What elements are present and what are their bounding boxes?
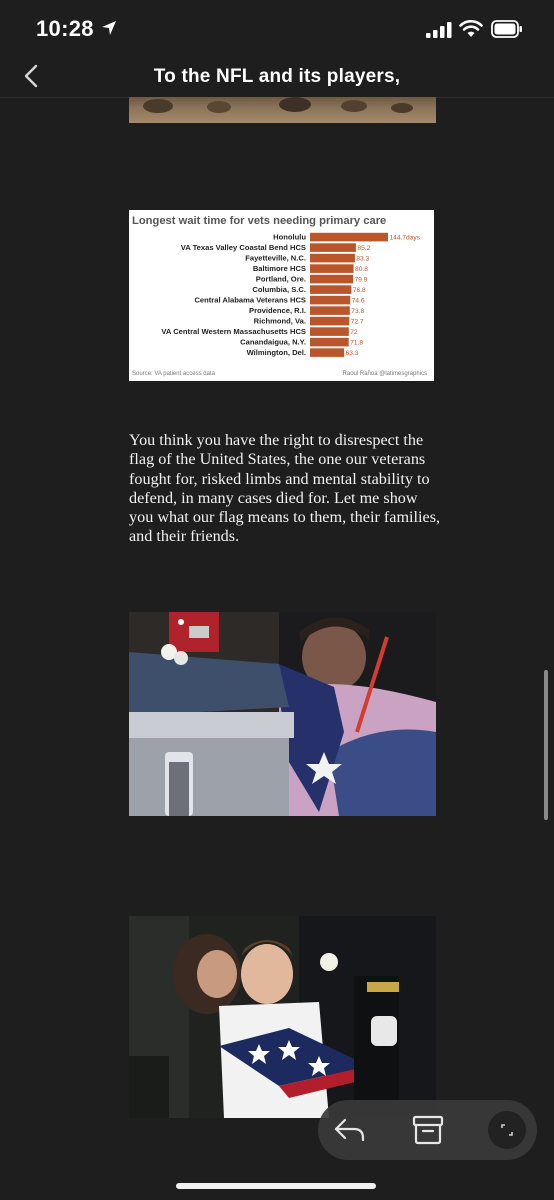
chart-bar [310, 232, 388, 242]
reply-icon[interactable] [332, 1112, 368, 1148]
chart-category-label: Canandaigua, N.Y. [240, 338, 306, 347]
chart-value-label: 73.8 [351, 308, 364, 315]
chart-bar [310, 274, 354, 284]
cellular-signal-icon [426, 22, 452, 38]
chart-category-label: Fayetteville, N.C. [245, 254, 306, 263]
scroll-indicator[interactable] [544, 670, 548, 820]
status-bar: 10:28 [0, 0, 554, 56]
chart-category-label: Honolulu [273, 233, 306, 242]
chart-bar [310, 337, 349, 347]
chart-category-label: Baltimore HCS [253, 264, 306, 273]
chart-bar [310, 306, 350, 315]
article-paragraph: You think you have the right to disrespe… [129, 431, 441, 546]
chart-canvas: Longest wait time for vets needing prima… [132, 215, 427, 377]
chart-value-label: 144.7days [390, 234, 421, 241]
funeral-flag-photo-art [129, 612, 436, 816]
article-image-top [129, 97, 436, 123]
status-time: 10:28 [36, 16, 94, 41]
chart-value-label: 85.2 [357, 245, 370, 252]
chart-value-label: 71.8 [350, 339, 363, 346]
chart-value-label: 79.9 [355, 276, 368, 283]
expand-icon[interactable] [488, 1111, 526, 1149]
chart-category-label: VA Texas Valley Coastal Bend HCS [181, 243, 306, 252]
boy-with-flag-photo [129, 916, 436, 1118]
chart-category-label: Wilmington, Del. [247, 348, 306, 357]
navigation-bar: To the NFL and its players, [0, 56, 554, 98]
chart-bar [310, 264, 354, 273]
chart-bar [310, 316, 350, 326]
chart-category-label: Columbia, S.C. [252, 285, 306, 294]
chart-value-label: 80.8 [355, 266, 368, 273]
chart-category-label: Central Alabama Veterans HCS [194, 296, 306, 305]
wait-time-chart: Longest wait time for vets needing prima… [129, 210, 434, 381]
chart-value-label: 83.3 [356, 255, 369, 262]
chart-value-label: 76.8 [353, 287, 366, 294]
chart-bar [310, 348, 345, 357]
chart-value-label: 72 [350, 329, 358, 336]
chart-bar [310, 295, 351, 305]
location-arrow-icon [102, 21, 116, 35]
chart-value-label: 74.6 [352, 297, 365, 304]
email-subject-title: To the NFL and its players, [153, 66, 401, 87]
chart-category-label: VA Central Western Massachusetts HCS [161, 327, 306, 336]
message-action-toolbar [318, 1100, 537, 1160]
wifi-icon [459, 20, 483, 37]
chart-source: Source: VA patient access data [132, 371, 216, 377]
chart-category-label: Providence, R.I. [249, 306, 306, 315]
chart-bar [310, 243, 356, 252]
chart-value-label: 63.3 [346, 350, 359, 357]
chart-bar [310, 285, 352, 294]
chart-category-label: Richmond, Va. [254, 317, 306, 326]
chart-category-label: Portland, Ore. [256, 275, 306, 284]
home-indicator[interactable] [176, 1183, 376, 1189]
archive-icon[interactable] [410, 1112, 446, 1148]
battery-icon [491, 20, 522, 38]
chart-bar [310, 327, 349, 336]
boy-with-flag-photo-art [129, 916, 436, 1118]
chart-bar [310, 253, 355, 263]
chart-value-label: 72.7 [351, 318, 364, 325]
chart-title: Longest wait time for vets needing prima… [132, 215, 386, 227]
chart-credit: Raoul Rañoa @latimesgraphics [343, 371, 427, 377]
funeral-flag-photo [129, 612, 436, 816]
